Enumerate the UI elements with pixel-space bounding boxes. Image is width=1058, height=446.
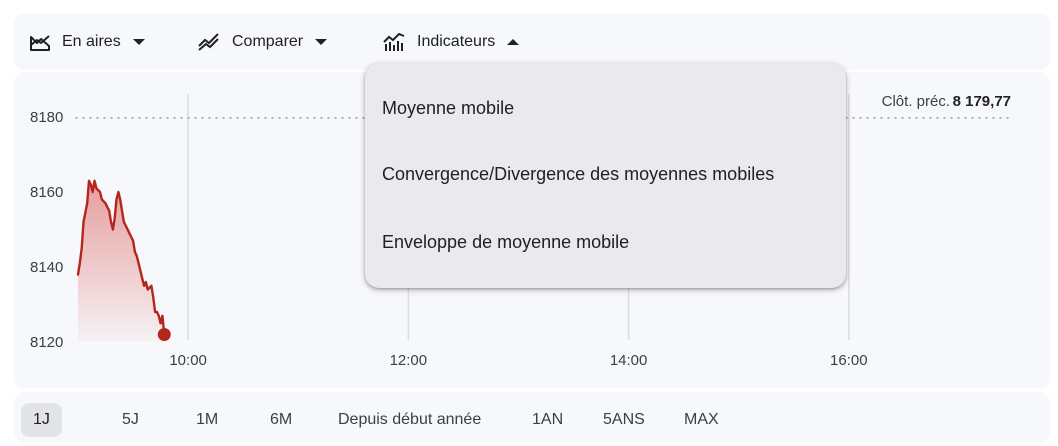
y-tick-label: 8140	[30, 259, 63, 276]
indicators-dropdown-menu: Moyenne mobile Convergence/Divergence de…	[365, 63, 846, 288]
range-tab-1m[interactable]: 1M	[184, 403, 230, 437]
x-tick-label: 10:00	[169, 352, 207, 369]
chart-toolbar: En aires Comparer Indicateurs	[14, 14, 1050, 70]
y-tick-label: 8180	[30, 109, 63, 126]
range-tab-label: 1J	[33, 411, 50, 428]
previous-close-label: Clôt. préc.	[882, 93, 950, 110]
menu-item-moving-average-envelope[interactable]: Enveloppe de moyenne mobile	[365, 209, 846, 275]
range-tab-label: MAX	[684, 411, 719, 428]
range-tab-ytd[interactable]: Depuis début année	[326, 403, 493, 437]
last-point-marker	[157, 328, 171, 341]
y-tick-label: 8120	[30, 334, 63, 351]
indicators-button[interactable]: Indicateurs	[383, 28, 520, 56]
previous-close-value: 8 179,77	[953, 93, 1011, 110]
x-tick-label: 14:00	[610, 352, 648, 369]
y-tick-label: 8160	[30, 184, 63, 201]
compare-label: Comparer	[232, 33, 304, 50]
chart-type-label: En aires	[62, 33, 121, 50]
caret-down-icon	[132, 38, 145, 46]
range-tab-label: 1AN	[532, 411, 564, 428]
range-tab-label: 5J	[122, 411, 139, 428]
range-tab-label: 5ANS	[603, 411, 645, 428]
area-chart-icon	[30, 33, 50, 51]
range-tab-1j[interactable]: 1J	[21, 403, 62, 437]
range-tab-5j[interactable]: 5J	[110, 403, 151, 437]
range-tab-label: 6M	[270, 411, 293, 428]
caret-up-icon	[507, 38, 520, 46]
menu-item-macd[interactable]: Convergence/Divergence des moyennes mobi…	[365, 141, 846, 207]
caret-down-icon	[315, 38, 328, 46]
x-tick-label: 16:00	[830, 352, 868, 369]
compare-button[interactable]: Comparer	[198, 28, 328, 56]
range-tab-5ans[interactable]: 5ANS	[591, 403, 657, 437]
range-tab-label: Depuis début année	[338, 411, 482, 428]
menu-item-moving-average[interactable]: Moyenne mobile	[365, 75, 846, 141]
indicators-chart-icon	[383, 33, 405, 51]
indicators-label: Indicateurs	[417, 33, 496, 50]
chart-type-button[interactable]: En aires	[30, 28, 145, 56]
range-tab-6m[interactable]: 6M	[258, 403, 304, 437]
range-tab-label: 1M	[196, 411, 219, 428]
range-tab-max[interactable]: MAX	[672, 403, 731, 437]
range-selector: 1J 5J 1M 6M Depuis début année 1AN 5ANS …	[14, 392, 1050, 442]
range-tab-1an[interactable]: 1AN	[520, 403, 575, 437]
x-tick-label: 12:00	[390, 352, 428, 369]
compare-lines-icon	[198, 33, 220, 51]
